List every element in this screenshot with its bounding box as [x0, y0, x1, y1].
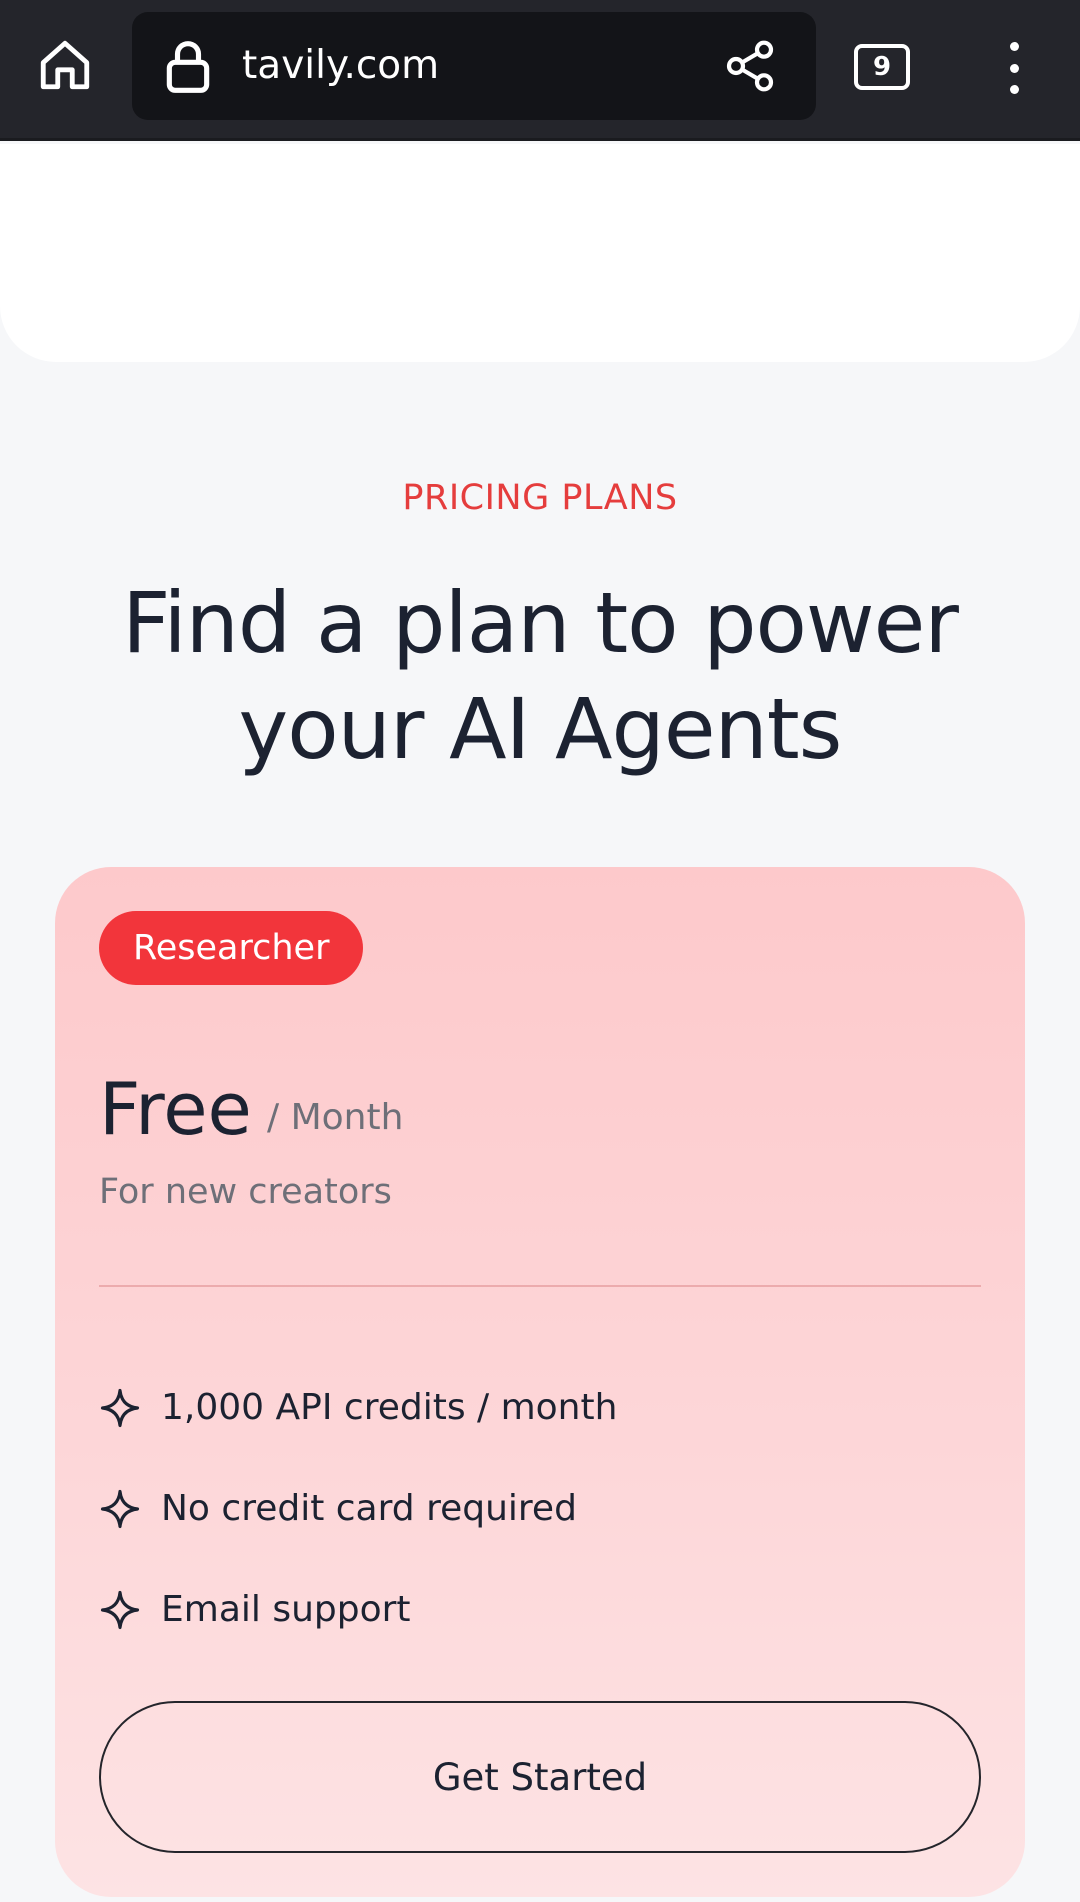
share-icon[interactable] [722, 38, 778, 94]
sparkle-icon [100, 1388, 140, 1427]
browser-toolbar: tavily.com 9 [0, 0, 1080, 141]
home-icon [40, 40, 90, 90]
lock-icon [166, 41, 210, 93]
feature-list: 1,000 API credits / month No credit card… [99, 1357, 979, 1660]
previous-section-card [0, 144, 1080, 362]
tab-count: 9 [872, 52, 892, 82]
plan-period: / Month [267, 1097, 404, 1138]
more-menu-button[interactable] [994, 36, 1034, 100]
address-bar[interactable]: tavily.com [132, 12, 816, 120]
tab-switcher-button[interactable]: 9 [854, 44, 910, 90]
plan-price: Free [99, 1067, 252, 1151]
divider [99, 1285, 981, 1287]
page-title: Find a plan to power your AI Agents [122, 574, 959, 778]
menu-dot [1009, 85, 1019, 94]
feature-text: Email support [161, 1589, 411, 1630]
menu-dot [1009, 63, 1019, 73]
sparkle-icon [100, 1590, 140, 1629]
url-text: tavily.com [242, 43, 440, 88]
plan-badge: Researcher [99, 911, 364, 985]
section-eyebrow: PRICING PLANS [402, 478, 678, 518]
menu-dot [1009, 42, 1019, 51]
feature-text: No credit card required [161, 1488, 577, 1529]
feature-item: Email support [99, 1559, 979, 1660]
feature-item: No credit card required [99, 1458, 979, 1559]
feature-item: 1,000 API credits / month [99, 1357, 979, 1458]
home-button[interactable] [30, 30, 100, 100]
feature-text: 1,000 API credits / month [161, 1387, 618, 1428]
get-started-button[interactable]: Get Started [99, 1701, 981, 1853]
plan-subtitle: For new creators [99, 1172, 392, 1212]
sparkle-icon [100, 1489, 140, 1528]
plan-card-researcher: Researcher Free / Month For new creators… [55, 867, 1025, 1897]
